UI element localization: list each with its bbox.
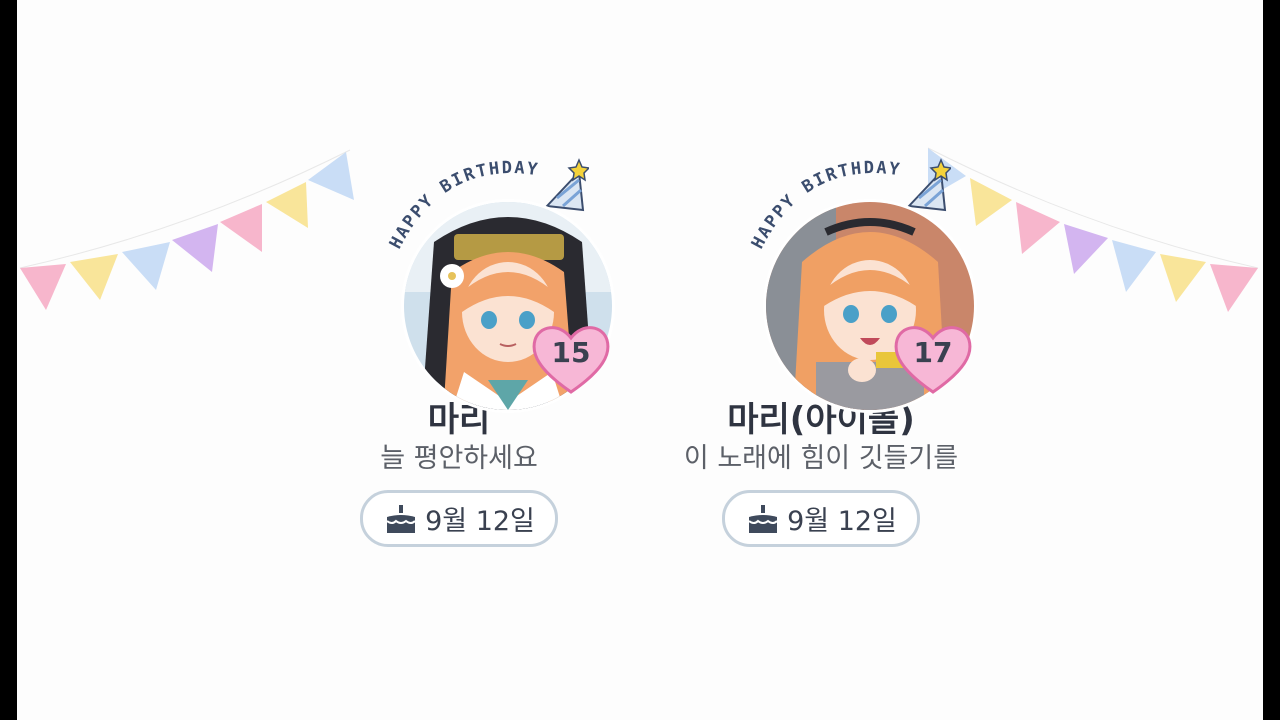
character-name: 마리 [427,400,491,440]
birthday-date: 9월 12일 [787,506,897,537]
birthday-stage [17,0,1263,720]
avatar-frame: HAPPY BIRTHDAY [329,150,612,410]
birthday-date-badge: 9월 12일 [360,490,558,547]
character-name: 마리(아이돌) [727,400,915,440]
avatar-frame: HAPPY BIRTHDAY [691,150,974,410]
birthday-card-mari[interactable]: HAPPY BIRTHDAY 15 마리 늘 평안하세요 9월 12일 [279,150,639,547]
cake-icon [386,504,416,533]
level-number: 17 [913,336,953,369]
cake-icon [748,504,778,533]
character-subtitle: 이 노래에 힘이 깃들기를 [683,443,959,474]
birthday-date: 9월 12일 [425,506,535,537]
level-number: 15 [551,336,591,369]
character-subtitle: 늘 평안하세요 [380,443,538,474]
birthday-card-mari-idol[interactable]: HAPPY BIRTHDAY 17 마리(아이돌) 이 노래에 힘이 깃들기를 … [641,150,1001,547]
birthday-date-badge: 9월 12일 [722,490,920,547]
